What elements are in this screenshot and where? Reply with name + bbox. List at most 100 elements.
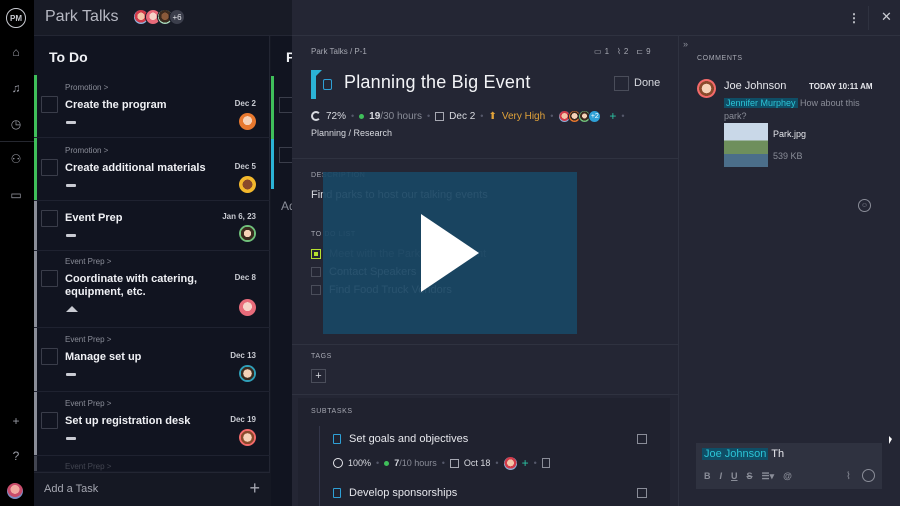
assignees[interactable]: +2: [558, 109, 602, 123]
due-date[interactable]: Dec 2: [449, 111, 475, 122]
bold-icon[interactable]: B: [704, 471, 711, 482]
emoji-icon[interactable]: [862, 469, 875, 482]
trash-icon[interactable]: [541, 458, 550, 468]
card-checkbox[interactable]: [41, 270, 58, 287]
team-avatars[interactable]: +6: [133, 9, 185, 25]
subtask-title[interactable]: Set goals and objectives: [349, 433, 468, 445]
subtask-progress[interactable]: 100%: [348, 458, 371, 468]
task-title[interactable]: Planning the Big Event: [344, 72, 531, 93]
card-breadcrumb[interactable]: Event Prep >: [65, 257, 111, 266]
play-icon[interactable]: [421, 214, 479, 292]
mouse-cursor: [889, 436, 892, 444]
help-icon[interactable]: ?: [8, 448, 24, 464]
subtask-hours[interactable]: 7/10 hours: [394, 458, 437, 468]
more-assignees-badge[interactable]: +2: [588, 109, 602, 123]
underline-icon[interactable]: U: [731, 471, 738, 482]
attachments-count[interactable]: ⌇ 2: [617, 47, 628, 56]
hours-value[interactable]: 19/30 hours: [369, 111, 422, 122]
done-checkbox[interactable]: [614, 76, 629, 91]
comment-author-avatar[interactable]: [697, 79, 716, 98]
column-todo: To Do Promotion > Create the program Dec…: [34, 36, 270, 506]
add-reaction-icon[interactable]: ☺: [858, 199, 871, 212]
open-external-icon[interactable]: [637, 488, 647, 498]
close-icon[interactable]: ✕: [881, 9, 892, 25]
card-title[interactable]: Create the program: [65, 99, 205, 112]
task-path[interactable]: Planning / Research: [311, 128, 392, 138]
card-checkbox[interactable]: [41, 412, 58, 429]
add-icon[interactable]: +: [8, 413, 24, 429]
card-title[interactable]: Set up registration desk: [65, 415, 205, 428]
add-assignee-icon[interactable]: +: [609, 109, 616, 123]
breadcrumb[interactable]: Park Talks / P-1: [311, 47, 367, 56]
home-icon[interactable]: ⌂: [8, 44, 24, 60]
task-card[interactable]: Event Prep > Set up registration desk De…: [34, 392, 270, 456]
subtask-item[interactable]: Develop sponsorships: [333, 487, 457, 499]
todo-checkbox[interactable]: [311, 267, 321, 277]
separator-dot: •: [495, 458, 499, 468]
add-tag-button[interactable]: +: [311, 369, 326, 383]
italic-icon[interactable]: I: [720, 471, 723, 482]
done-label[interactable]: Done: [634, 77, 660, 89]
card-title[interactable]: Event Prep: [65, 212, 205, 225]
card-breadcrumb[interactable]: Promotion >: [65, 83, 108, 92]
task-card[interactable]: Event Prep >: [34, 456, 270, 472]
people-icon[interactable]: ⚇: [8, 151, 24, 167]
card-breadcrumb[interactable]: Event Prep >: [65, 462, 111, 471]
task-card[interactable]: Event Prep > Manage set up Dec 13: [34, 328, 270, 392]
task-card[interactable]: Promotion > Create additional materials …: [34, 138, 270, 201]
priority-value[interactable]: Very High: [502, 111, 545, 122]
open-external-icon[interactable]: [637, 434, 647, 444]
assignee-avatar[interactable]: [503, 456, 517, 470]
plus-icon[interactable]: +: [249, 478, 260, 499]
card-title[interactable]: Create additional materials: [65, 162, 215, 175]
subtask-title[interactable]: Develop sponsorships: [349, 487, 457, 499]
mention-icon[interactable]: @: [783, 471, 792, 482]
card-breadcrumb[interactable]: Promotion >: [65, 146, 108, 155]
assignee-avatar[interactable]: [239, 225, 256, 242]
more-members-badge[interactable]: +6: [169, 9, 185, 25]
subtasks-count[interactable]: ⊏ 9: [636, 47, 650, 56]
strikethrough-icon[interactable]: S: [747, 471, 753, 482]
attachment-name[interactable]: Park.jpg: [773, 129, 806, 139]
user-avatar[interactable]: [7, 483, 23, 499]
subtask-item[interactable]: Set goals and objectives: [333, 433, 468, 445]
assignee-avatar[interactable]: [239, 429, 256, 446]
assignee-avatar[interactable]: [239, 299, 256, 316]
comment-input[interactable]: Joe Johnson Th: [702, 448, 784, 460]
video-overlay[interactable]: [323, 172, 577, 334]
card-breadcrumb[interactable]: Event Prep >: [65, 335, 111, 344]
subtask-due[interactable]: Oct 18: [464, 458, 491, 468]
paperclip-icon[interactable]: ⌇: [846, 471, 851, 482]
list-icon[interactable]: ☰▾: [762, 471, 775, 482]
card-checkbox[interactable]: [41, 96, 58, 113]
comments-count[interactable]: ▭ 1: [594, 47, 609, 56]
card-checkbox[interactable]: [41, 348, 58, 365]
attachment-thumbnail[interactable]: [724, 123, 768, 167]
assignee-avatar[interactable]: [239, 113, 256, 130]
mention-tag[interactable]: Jennifer Murphey: [724, 98, 798, 108]
progress-value[interactable]: 72%: [326, 111, 346, 122]
assignee-avatar[interactable]: [239, 365, 256, 382]
add-task-button[interactable]: Add a Task +: [34, 472, 270, 506]
collapse-panel-icon[interactable]: »: [683, 39, 688, 49]
assignee-avatar[interactable]: [239, 176, 256, 193]
more-options-icon[interactable]: ⋮: [848, 11, 860, 25]
card-checkbox[interactable]: [41, 210, 58, 227]
toolbar-divider: [868, 6, 869, 30]
task-card[interactable]: Event Prep Jan 6, 23: [34, 201, 270, 251]
comment-author[interactable]: Joe Johnson: [724, 80, 786, 92]
task-card[interactable]: Event Prep > Coordinate with catering, e…: [34, 251, 270, 328]
portfolio-icon[interactable]: ▭: [8, 187, 24, 203]
task-card[interactable]: Promotion > Create the program Dec 2: [34, 75, 270, 138]
todo-checkbox-checked[interactable]: [311, 249, 321, 259]
card-checkbox[interactable]: [41, 159, 58, 176]
comment-composer[interactable]: Joe Johnson Th B I U S ☰▾ @ ⌇: [696, 443, 882, 489]
add-assignee-icon[interactable]: +: [522, 456, 529, 470]
card-title[interactable]: Manage set up: [65, 351, 205, 364]
card-title[interactable]: Coordinate with catering, equipment, etc…: [65, 273, 205, 299]
todo-checkbox[interactable]: [311, 285, 321, 295]
logo[interactable]: PM: [6, 8, 26, 28]
card-breadcrumb[interactable]: Event Prep >: [65, 399, 111, 408]
time-icon[interactable]: ◷: [8, 116, 24, 132]
notifications-icon[interactable]: ♫: [8, 80, 24, 96]
